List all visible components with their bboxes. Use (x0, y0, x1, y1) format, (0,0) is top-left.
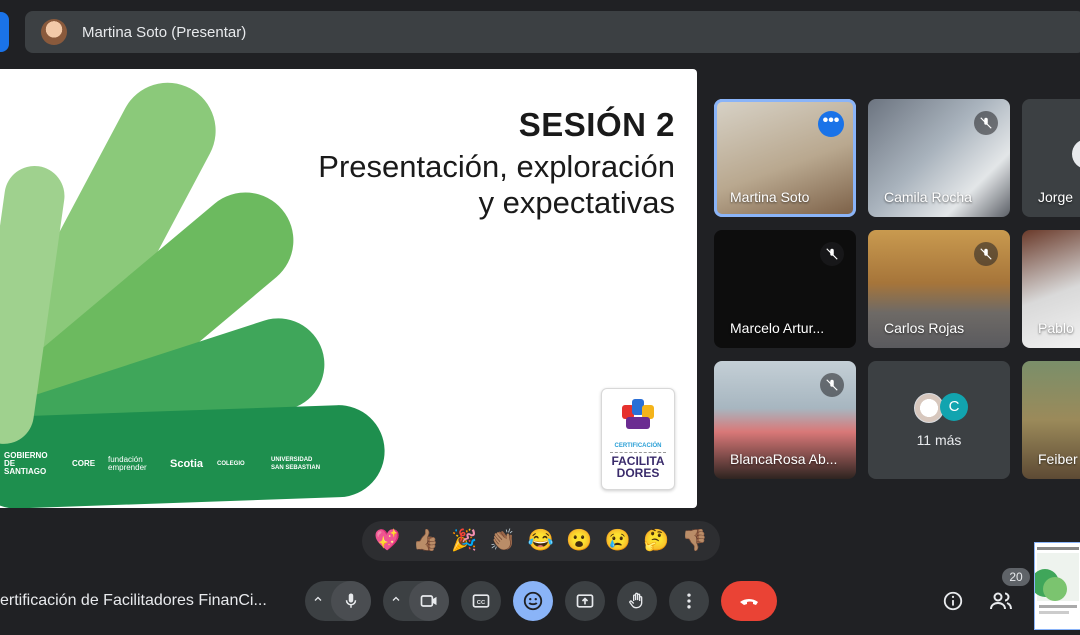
present-screen-icon (576, 594, 594, 608)
people-button[interactable] (981, 581, 1021, 621)
reaction-party[interactable]: 🎉 (451, 529, 477, 553)
closed-captions-icon: CC (472, 594, 490, 608)
slide-subtitle-line-1: Presentación, exploración (318, 149, 675, 184)
presenter-bar: Martina Soto (Presentar) (25, 11, 1080, 53)
sponsor-logo-4: Scotia (170, 458, 204, 470)
side-panel-toggle[interactable] (0, 12, 9, 52)
reaction-clap[interactable]: 👏🏽 (489, 529, 515, 553)
microphone-icon (345, 593, 357, 608)
sponsor-logo-3: fundación emprender (108, 455, 147, 472)
people-icon (990, 592, 1012, 610)
sponsor-logo-2: CORE (72, 459, 96, 468)
sponsor-logo-5: COLEGIO (217, 461, 245, 467)
presenter-avatar (41, 19, 67, 45)
slide-title: SESIÓN 2 (518, 106, 675, 143)
reaction-laugh[interactable]: 😂 (528, 529, 554, 553)
camera-icon (420, 595, 437, 607)
reaction-surprised[interactable]: 😮 (566, 529, 592, 553)
present-screen-button[interactable] (565, 581, 605, 621)
certification-badge: CERTIFICACIÓN FACILITA DORES (601, 388, 675, 490)
sponsor-logos: GOBIERNO DE SANTIAGO CORE fundación empr… (0, 449, 325, 479)
mic-off-icon (974, 242, 998, 266)
sponsor-logo-6: UNIVERSIDAD SAN SEBASTIAN (271, 457, 321, 471)
info-icon (943, 591, 963, 611)
sponsor-logo-1: GOBIERNO DE SANTIAGO (4, 451, 48, 476)
reaction-thumbs-down[interactable]: 👎🏽 (682, 529, 708, 553)
reactions-bar: 💖 👍🏽 🎉 👏🏽 😂 😮 😢 🤔 👎🏽 (362, 521, 720, 561)
more-options-icon[interactable]: ••• (818, 111, 844, 137)
smiley-icon (523, 591, 543, 611)
participant-name: Pablo (1038, 320, 1074, 336)
captions-button[interactable]: CC (461, 581, 501, 621)
microphone-button[interactable] (331, 581, 371, 621)
reaction-thumbs-up[interactable]: 👍🏽 (413, 529, 439, 553)
shared-slide: SESIÓN 2 Presentación, exploración y exp… (0, 69, 697, 508)
reaction-heart[interactable]: 💖 (374, 529, 400, 553)
self-view-thumbnail[interactable] (1034, 542, 1080, 630)
slide-subtitle: Presentación, exploración y expectativas (255, 149, 675, 221)
end-call-icon (740, 599, 758, 605)
mic-off-icon (820, 242, 844, 266)
participant-tile-martina[interactable]: ••• Martina Soto (714, 99, 856, 217)
participant-tile-carlos[interactable]: Carlos Rojas (868, 230, 1010, 348)
participant-tile-blancarosa[interactable]: BlancaRosa Ab... (714, 361, 856, 479)
participant-name: Camila Rocha (884, 189, 972, 205)
participant-name: Feiber (1038, 451, 1078, 467)
slide-subtitle-line-2: y expectativas (478, 185, 675, 220)
badge-caption: CERTIFICACIÓN (614, 443, 662, 449)
hand-icon (629, 592, 643, 609)
participant-avatar (1072, 139, 1080, 169)
participant-tile-feiber[interactable]: Feiber (1022, 361, 1080, 479)
participant-name: Carlos Rojas (884, 320, 965, 336)
chevron-up-icon[interactable] (383, 592, 409, 610)
participant-tile-jorge[interactable]: Jorge (1022, 99, 1080, 217)
leave-call-button[interactable] (721, 581, 777, 621)
raise-hand-button[interactable] (617, 581, 657, 621)
participant-tile-pablo[interactable]: Pablo (1022, 230, 1080, 348)
mic-off-icon (974, 111, 998, 135)
financity-logo-icon (622, 399, 654, 429)
participant-count-badge: 20 (1002, 568, 1030, 586)
more-participants-label: 11 más (916, 432, 962, 448)
participant-tile-marcelo[interactable]: Marcelo Artur... (714, 230, 856, 348)
svg-text:CC: CC (477, 600, 486, 606)
participant-name: Marcelo Artur... (730, 320, 825, 336)
reactions-button[interactable] (513, 581, 553, 621)
participant-avatar-letter: C (940, 393, 968, 421)
reaction-sad[interactable]: 😢 (605, 529, 631, 553)
more-vert-icon (687, 593, 691, 609)
participant-name: Jorge (1038, 189, 1074, 205)
chevron-up-icon[interactable] (305, 592, 331, 610)
participant-name: Martina Soto (730, 189, 810, 205)
participant-tile-camila[interactable]: Camila Rocha (868, 99, 1010, 217)
mic-off-icon (820, 373, 844, 397)
camera-button[interactable] (409, 581, 449, 621)
participant-name: BlancaRosa Ab... (730, 451, 838, 467)
more-options-button[interactable] (669, 581, 709, 621)
badge-line-2: DORES (616, 466, 660, 480)
presenter-name: Martina Soto (Presentar) (82, 23, 247, 41)
reaction-thinking[interactable]: 🤔 (643, 529, 669, 553)
video-control[interactable] (383, 581, 449, 621)
audio-control[interactable] (305, 581, 371, 621)
more-participants-tile[interactable]: C 11 más (868, 361, 1010, 479)
meeting-details-button[interactable] (933, 581, 973, 621)
meeting-title: ertificación de Facilitadores FinanCi... (0, 592, 267, 609)
